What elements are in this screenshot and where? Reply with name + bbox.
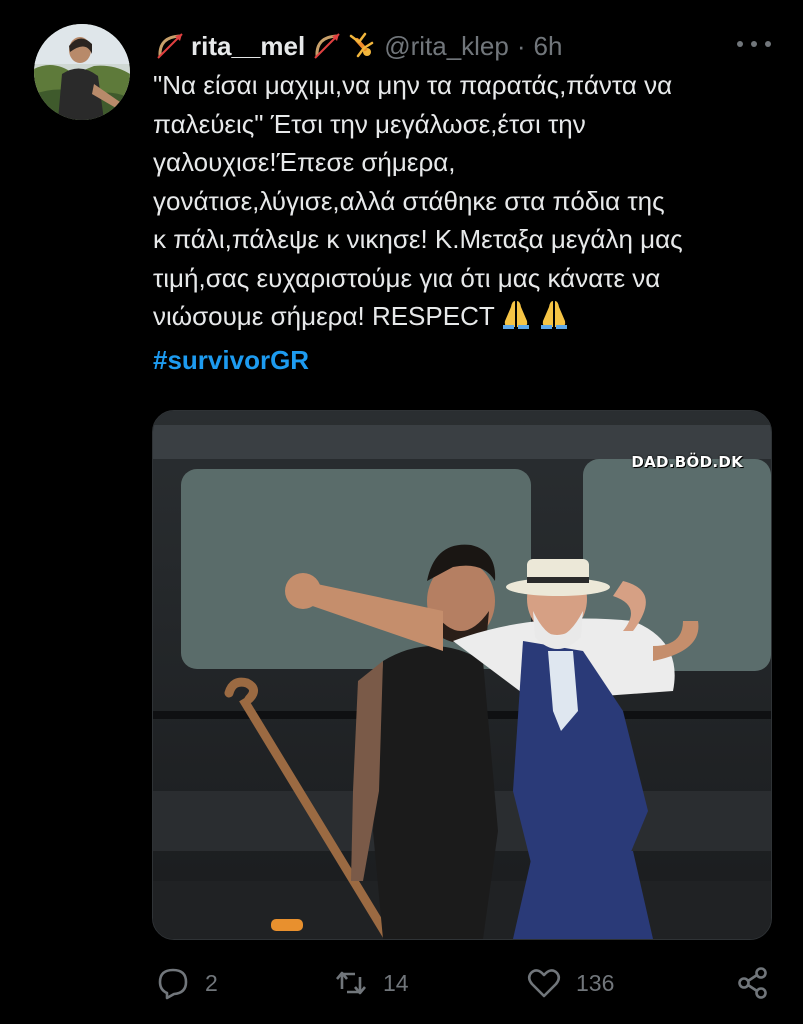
tweet-text-line: παλεύεις" Έτσι την μεγάλωσε,έτσι την	[153, 108, 586, 139]
tweet-text-line: "Να είσαι μαχιμι,να μην τα παρατάς,πάντα…	[153, 70, 673, 100]
retweet-button[interactable]: 14	[333, 960, 409, 1006]
tweet: rita__mel @rita_klep · 6h "Να είσαι μαχι…	[0, 0, 803, 1024]
like-button[interactable]: 136	[526, 960, 614, 1006]
more-options-icon[interactable]	[737, 38, 771, 50]
tweet-text-line: γονάτισε,λύγισε,αλλά στάθηκε στα πόδια τ…	[153, 185, 665, 216]
reply-button[interactable]: 2	[155, 960, 218, 1006]
reply-count: 2	[205, 969, 218, 996]
like-count: 136	[576, 969, 615, 996]
bow-and-arrow-icon	[312, 31, 342, 61]
share-button[interactable]	[735, 960, 771, 1006]
tweet-text-line: γαλουχισε!Έπεσε σήμερα,	[153, 147, 456, 177]
retweet-icon	[336, 971, 366, 995]
display-name[interactable]: rita__mel	[191, 31, 305, 62]
avatar[interactable]	[34, 24, 130, 120]
bow-and-arrow-icon	[155, 31, 185, 61]
tweet-text: "Να είσαι μαχιμι,να μην τα παρατάς,πάντα…	[153, 66, 768, 336]
tweet-text-line: κ πάλι,πάλεψε κ νικησε! Κ.Μεταξα μεγάλη …	[153, 224, 683, 254]
retweet-count: 14	[383, 969, 409, 996]
heart-icon	[527, 969, 561, 998]
tweet-text-line: νιώσουμε σήμερα! RESPECT	[153, 301, 495, 331]
reply-icon	[158, 968, 188, 1000]
folded-hands-icon	[499, 299, 533, 329]
hashtag-link[interactable]: #survivorGR	[153, 345, 309, 376]
tweet-text-last-line: νιώσουμε σήμερα! RESPECT	[153, 297, 768, 336]
share-icon	[738, 967, 767, 999]
tweet-text-line: τιμή,σας ευχαριστούμε για ότι μας κάνατε…	[153, 262, 661, 293]
cartwheel-icon	[346, 31, 376, 61]
tweet-header: rita__mel @rita_klep · 6h	[155, 26, 562, 66]
folded-hands-icon	[537, 299, 571, 329]
timestamp[interactable]: 6h	[534, 31, 563, 62]
separator: ·	[516, 30, 526, 61]
tweet-media[interactable]: DAD.BÖD.DK	[152, 410, 772, 940]
user-handle[interactable]: @rita_klep	[384, 31, 509, 62]
media-watermark: DAD.BÖD.DK	[631, 453, 743, 471]
tweet-actions: 2 14 136	[0, 960, 803, 1010]
